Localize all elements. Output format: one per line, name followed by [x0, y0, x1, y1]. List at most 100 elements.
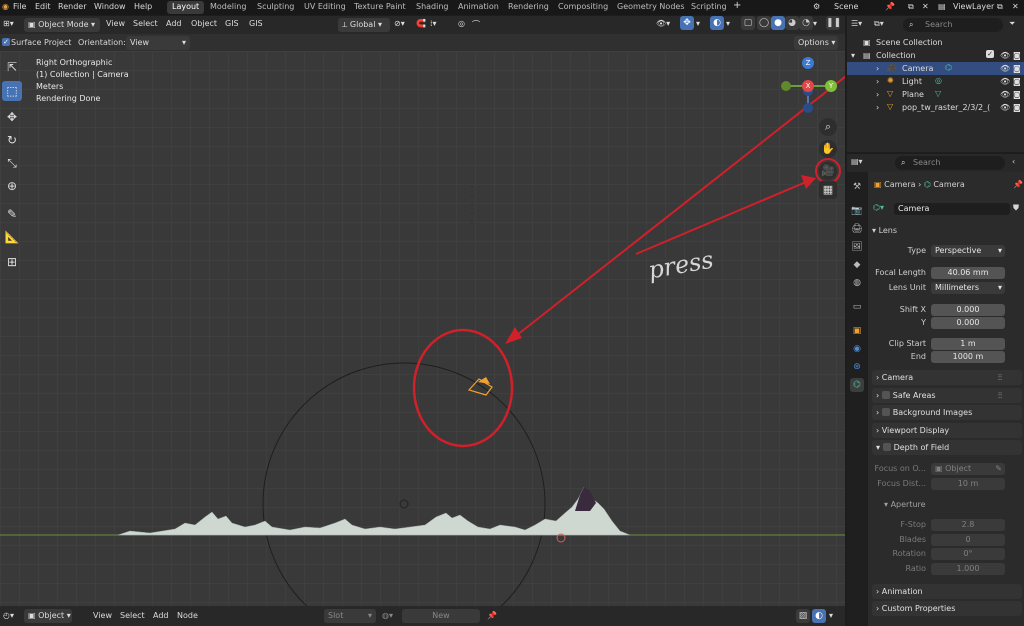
- depth-of-field-checkbox[interactable]: [882, 443, 891, 451]
- tab-sculpting[interactable]: Sculpting: [252, 1, 299, 14]
- chevron-right-icon[interactable]: ›: [876, 64, 879, 73]
- presets-icon[interactable]: ⫶⫶: [998, 391, 1002, 401]
- menu-gis[interactable]: GIS: [225, 19, 239, 28]
- scene-name[interactable]: Scene: [834, 2, 858, 11]
- shift-x-field[interactable]: 0.000: [931, 304, 1005, 316]
- menu-select[interactable]: Select: [120, 611, 145, 620]
- slot-dropdown[interactable]: Slot ▾: [324, 609, 376, 623]
- physics-tab-icon[interactable]: ◉: [850, 342, 864, 356]
- camera-data-tab-icon[interactable]: ⌬: [850, 378, 864, 392]
- shift-y-field[interactable]: 0.000: [931, 317, 1005, 329]
- camera-data-name-field[interactable]: Camera: [894, 203, 1010, 215]
- safe-areas-panel-header[interactable]: › Safe Areas ⫶⫶: [872, 388, 1022, 403]
- shading-material-icon[interactable]: ◕: [785, 16, 799, 30]
- outliner-item-plane[interactable]: › ▽ Plane ▽ 👁 ◙: [847, 88, 1024, 101]
- camera-data-icon[interactable]: ⌬: [945, 63, 952, 72]
- camera-data-browse-icon[interactable]: ⌬▾: [873, 203, 884, 212]
- shading-solid-icon[interactable]: ●: [771, 16, 785, 30]
- properties-editor-icon[interactable]: ▤▾: [851, 157, 863, 166]
- options-dropdown[interactable]: Options ▾: [794, 36, 838, 50]
- eye-icon[interactable]: 👁: [1000, 51, 1010, 60]
- editor-type-icon[interactable]: ◴▾: [3, 611, 14, 620]
- backdrop-icon[interactable]: ▨: [796, 609, 810, 623]
- properties-search-input[interactable]: ⌕ Search: [895, 156, 1005, 170]
- safe-areas-checkbox[interactable]: [881, 391, 890, 399]
- menu-add[interactable]: Add: [153, 611, 169, 620]
- outliner-search-input[interactable]: ⌕ Search: [903, 18, 1003, 32]
- lens-unit-dropdown[interactable]: Millimeters ▾: [931, 282, 1005, 294]
- overlay-toggle-icon[interactable]: ◐: [710, 16, 724, 30]
- view-layer-icon[interactable]: ▤: [938, 2, 946, 11]
- add-workspace-button[interactable]: +: [733, 0, 741, 11]
- camera-render-icon[interactable]: ◙: [1013, 77, 1021, 86]
- scene-tab-icon[interactable]: ◆: [850, 258, 864, 272]
- collection-exclude-checkbox[interactable]: ✓: [986, 50, 994, 58]
- chevron-right-icon[interactable]: ›: [876, 103, 879, 112]
- aperture-subpanel-header[interactable]: ▾ Aperture: [884, 500, 926, 509]
- proportional-edit-icon[interactable]: ◎: [458, 19, 465, 28]
- tab-shading[interactable]: Shading: [411, 1, 454, 14]
- tab-compositing[interactable]: Compositing: [553, 1, 613, 14]
- collection-row[interactable]: ▾ ▤ Collection ✓ 👁 ◙: [847, 49, 1024, 62]
- menu-view[interactable]: View: [106, 19, 125, 28]
- collection-tab-icon[interactable]: ▭: [850, 300, 864, 314]
- camera-view-icon[interactable]: 🎥: [819, 162, 837, 180]
- focal-length-field[interactable]: 40.06 mm: [931, 267, 1005, 279]
- ratio-field[interactable]: 1.000: [931, 563, 1005, 575]
- orthographic-toggle-icon[interactable]: ▦: [819, 181, 837, 199]
- presets-icon[interactable]: ⫶⫶: [998, 373, 1002, 383]
- camera-render-icon[interactable]: ◙: [1013, 103, 1021, 112]
- snap-settings-icon[interactable]: ⁞▾: [430, 19, 437, 28]
- editor-type-icon[interactable]: ⊞▾: [3, 19, 14, 28]
- orientation-dropdown[interactable]: View ▾: [126, 36, 190, 50]
- shading-wireframe-icon[interactable]: ◯: [757, 16, 771, 30]
- blades-field[interactable]: 0: [931, 534, 1005, 546]
- clip-end-field[interactable]: 1000 m: [931, 351, 1005, 363]
- output-tab-icon[interactable]: 🖨: [850, 222, 864, 236]
- chevron-down-icon[interactable]: ▾: [696, 19, 700, 28]
- menu-gis-2[interactable]: GIS: [249, 19, 263, 28]
- chevron-down-icon[interactable]: ▾: [813, 19, 817, 28]
- camera-panel-header[interactable]: › Camera ⫶⫶: [872, 370, 1022, 385]
- scene-collection-row[interactable]: ▣ Scene Collection: [847, 36, 1024, 49]
- outliner-item-light[interactable]: › ✺ Light ◎ 👁 ◙: [847, 75, 1024, 88]
- menu-add[interactable]: Add: [166, 19, 182, 28]
- gizmo-z-axis[interactable]: Z: [802, 57, 814, 69]
- pin-icon[interactable]: 📌: [885, 2, 895, 11]
- world-tab-icon[interactable]: ◍: [850, 276, 864, 290]
- visibility-icon[interactable]: 👁▾: [656, 19, 670, 28]
- outliner-item-raster[interactable]: › ▽ pop_tw_raster_2/3/2_( 👁 ◙: [847, 101, 1024, 114]
- snap-icon[interactable]: 🧲: [416, 19, 426, 28]
- tab-rendering[interactable]: Rendering: [503, 1, 554, 14]
- shading-rendered-icon[interactable]: ◔: [799, 16, 813, 30]
- pin-icon[interactable]: 📌: [1013, 180, 1023, 189]
- chevron-right-icon[interactable]: ›: [876, 90, 879, 99]
- tab-geometry-nodes[interactable]: Geometry Nodes: [612, 1, 689, 14]
- tab-modeling[interactable]: Modeling: [205, 1, 251, 14]
- pin-icon[interactable]: 📌: [487, 611, 497, 620]
- tab-texture-paint[interactable]: Texture Paint: [349, 1, 411, 14]
- gizmo-x-axis[interactable]: X: [802, 80, 814, 92]
- camera-render-icon[interactable]: ◙: [1013, 64, 1021, 73]
- camera-render-icon[interactable]: ◙: [1013, 51, 1021, 60]
- focus-distance-field[interactable]: 10 m: [931, 478, 1005, 490]
- outliner-item-camera[interactable]: › 🎥 Camera ⌬ 👁 ◙: [847, 62, 1024, 75]
- options-icon[interactable]: ‹: [1012, 157, 1015, 166]
- gizmo-toggle-icon[interactable]: ✥: [680, 16, 694, 30]
- outliner-editor-icon[interactable]: ☰▾: [851, 19, 862, 28]
- eye-icon[interactable]: 👁: [1000, 103, 1010, 112]
- rotation-field[interactable]: 0°: [931, 548, 1005, 560]
- chevron-down-icon[interactable]: ▾: [851, 51, 855, 60]
- lens-panel-header[interactable]: ▾ Lens: [872, 226, 897, 235]
- depth-of-field-panel-header[interactable]: ▾ Depth of Field: [872, 440, 1022, 455]
- constraints-tab-icon[interactable]: ⊛: [850, 360, 864, 374]
- pause-render-icon[interactable]: ❚❚: [826, 16, 841, 30]
- render-tab-icon[interactable]: 📷: [850, 204, 864, 218]
- light-data-icon[interactable]: ◎: [935, 76, 942, 85]
- menu-node[interactable]: Node: [177, 611, 198, 620]
- menu-help[interactable]: Help: [134, 2, 152, 11]
- chevron-right-icon[interactable]: ›: [876, 77, 879, 86]
- background-images-panel-header[interactable]: › Background Images: [872, 405, 1022, 420]
- chevron-down-icon[interactable]: ▾: [829, 611, 833, 620]
- pivot-icon[interactable]: ⊘▾: [394, 19, 405, 28]
